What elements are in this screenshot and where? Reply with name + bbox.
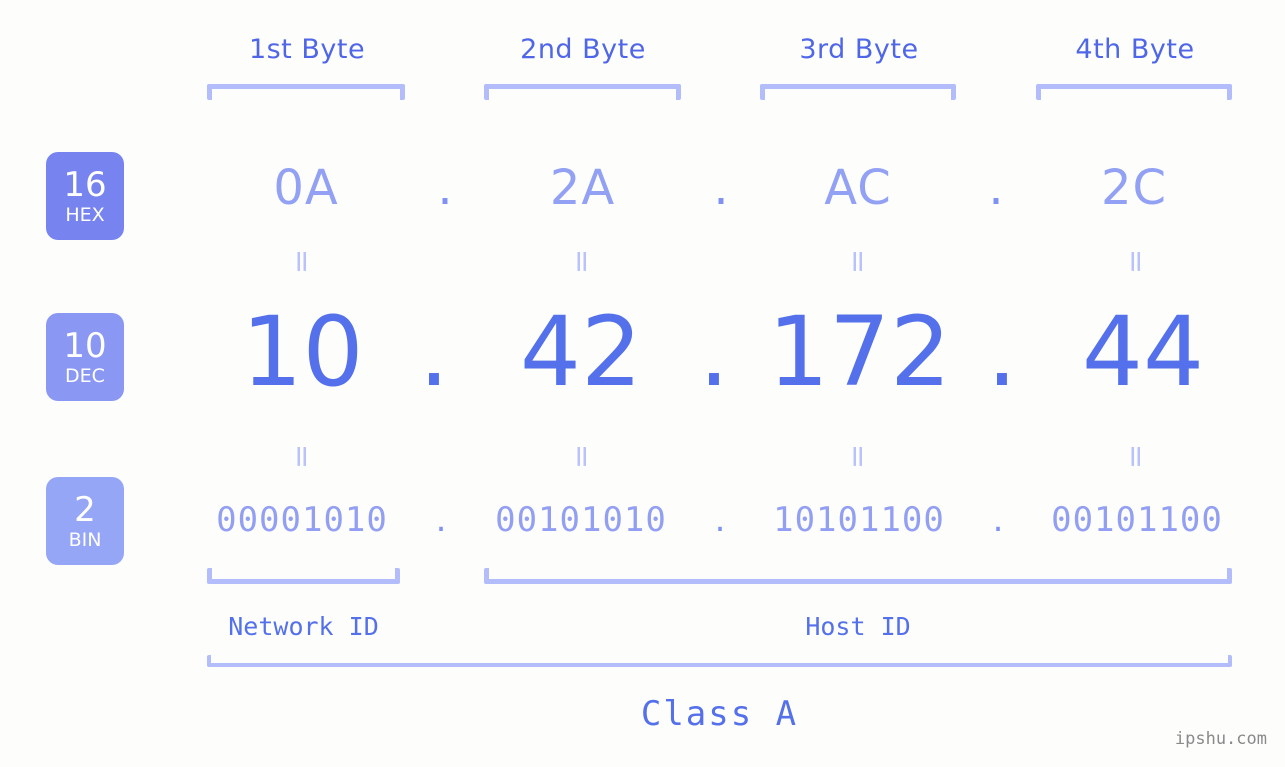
dec-octet-4: 44 — [1081, 296, 1205, 408]
host-id-label: Host ID — [805, 612, 911, 641]
bin-separator-1: . — [435, 500, 447, 540]
radix-badge-dec-number: 10 — [63, 325, 107, 366]
hex-separator-1: . — [437, 160, 453, 216]
hex-octet-3: AC — [824, 160, 892, 216]
equals-hex-dec-2: = — [564, 248, 600, 275]
equals-dec-bin-1: = — [284, 443, 320, 470]
equals-dec-bin-3: = — [840, 443, 876, 470]
byte-bracket-2 — [484, 84, 681, 100]
equals-hex-dec-1: = — [284, 248, 320, 275]
radix-badge-bin-number: 2 — [74, 489, 96, 530]
equals-hex-dec-3: = — [840, 248, 876, 275]
class-label: Class A — [640, 694, 799, 734]
network-id-bracket — [207, 568, 400, 584]
hex-separator-2: . — [713, 160, 729, 216]
bin-separator-3: . — [992, 500, 1004, 540]
equals-dec-bin-4: = — [1118, 443, 1154, 470]
dec-octet-1: 10 — [241, 296, 364, 408]
bin-octet-3: 10101100 — [773, 500, 945, 540]
byte-header-4: 4th Byte — [1075, 34, 1195, 65]
radix-badge-bin-label: BIN — [68, 528, 102, 551]
bin-separator-2: . — [714, 500, 726, 540]
byte-header-1: 1st Byte — [248, 34, 366, 65]
network-id-label: Network ID — [228, 612, 379, 641]
dec-octet-2: 42 — [519, 296, 643, 408]
equals-dec-bin-2: = — [564, 443, 600, 470]
byte-bracket-3 — [760, 84, 956, 100]
bin-octet-4: 00101100 — [1051, 500, 1223, 540]
byte-header-3: 3rd Byte — [799, 34, 919, 65]
bin-octet-1: 00001010 — [216, 500, 388, 540]
byte-header-2: 2nd Byte — [520, 34, 646, 65]
hex-octet-4: 2C — [1100, 160, 1168, 216]
host-id-bracket — [484, 568, 1232, 584]
byte-bracket-4 — [1036, 84, 1232, 100]
hex-octet-2: 2A — [549, 160, 616, 216]
byte-bracket-1 — [207, 84, 405, 100]
radix-badge-dec: 10 DEC — [46, 313, 124, 401]
site-watermark: ipshu.com — [1174, 729, 1267, 749]
radix-badge-hex-number: 16 — [63, 164, 107, 205]
class-bracket — [207, 655, 1232, 667]
hex-octet-1: 0A — [273, 160, 339, 216]
radix-badge-dec-label: DEC — [65, 364, 105, 387]
radix-badge-hex: 16 HEX — [46, 152, 124, 240]
ip-address-breakdown-diagram: 1st Byte 2nd Byte 3rd Byte 4th Byte 16 H… — [0, 0, 1285, 767]
dec-octet-3: 172 — [767, 296, 952, 408]
dec-separator-1: . — [418, 296, 450, 408]
equals-hex-dec-4: = — [1118, 248, 1154, 275]
radix-badge-hex-label: HEX — [65, 203, 105, 226]
bin-octet-2: 00101010 — [495, 500, 667, 540]
radix-badge-bin: 2 BIN — [46, 477, 124, 565]
hex-separator-3: . — [988, 160, 1004, 216]
